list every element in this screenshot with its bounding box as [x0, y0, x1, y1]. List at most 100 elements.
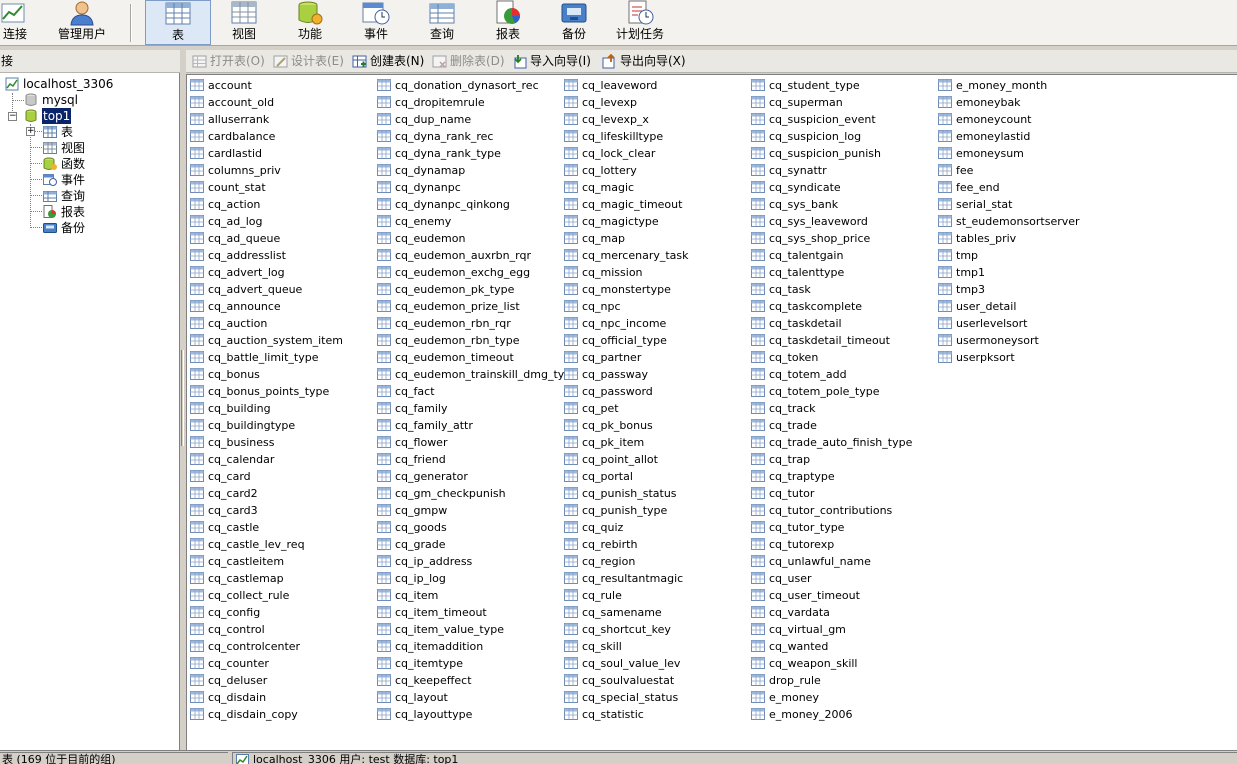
table-name: cq_controlcenter — [208, 640, 301, 653]
table-icon — [564, 351, 578, 363]
table-icon — [751, 79, 765, 91]
table-name: cq_sys_shop_price — [769, 232, 871, 245]
tree-expand-toggle[interactable]: + — [26, 127, 35, 136]
table-name: cq_tutor_type — [769, 521, 845, 534]
table-name: cq_unlawful_name — [769, 555, 871, 568]
table-name: tables_priv — [956, 232, 1017, 245]
table-name: cq_portal — [582, 470, 633, 483]
toolbar-views-button[interactable]: 视图 — [212, 0, 276, 45]
toolbar-label: 备份 — [561, 27, 586, 41]
tree-connector — [30, 195, 42, 196]
create-table-label: 创建表(N) — [370, 54, 425, 68]
table-icon — [377, 606, 391, 618]
table-icon — [751, 198, 765, 210]
table-icon — [190, 555, 204, 567]
table-icon — [938, 79, 952, 91]
toolbar-backup-button[interactable]: 备份 — [542, 0, 606, 45]
table-icon — [564, 130, 578, 142]
table-name: cq_ip_address — [395, 555, 473, 568]
toolbar-events-button[interactable]: 事件 — [344, 0, 408, 45]
table-icon — [190, 300, 204, 312]
table-name: cq_trade_auto_finish_type — [769, 436, 913, 449]
table-name: emoneycount — [956, 113, 1032, 126]
tree-node-label: 事件 — [61, 173, 86, 187]
table-name: cq_enemy — [395, 215, 452, 228]
table-name: cq_weapon_skill — [769, 657, 858, 670]
table-name: cq_flower — [395, 436, 448, 449]
table-icon — [190, 385, 204, 397]
table-name: cq_trap — [769, 453, 811, 466]
table-icon — [377, 300, 391, 312]
table-name: cq_totem_pole_type — [769, 385, 880, 398]
database-icon — [25, 93, 37, 106]
tree-node-label: 表 — [61, 125, 74, 139]
table-name: cq_npc_income — [582, 317, 667, 330]
table-icon — [751, 96, 765, 108]
tree-connector — [30, 147, 42, 148]
table-icon — [377, 130, 391, 142]
table-icon — [751, 232, 765, 244]
table-name: e_money_month — [956, 79, 1048, 92]
table-name: cq_leaveword — [582, 79, 658, 92]
table-icon — [564, 334, 578, 346]
table-list: account account_old alluserrank cardbalance… — [186, 74, 1237, 750]
table-icon — [751, 368, 765, 380]
table-icon — [564, 317, 578, 329]
table-icon — [190, 640, 204, 652]
toolbar-schedule-button[interactable]: 计划任务 — [608, 0, 672, 45]
table-icon — [190, 402, 204, 414]
table-name: count_stat — [208, 181, 266, 194]
table-name: cq_taskdetail — [769, 317, 842, 330]
table-icon — [751, 385, 765, 397]
table-icon — [190, 606, 204, 618]
table-icon — [751, 640, 765, 652]
table-name: user_detail — [956, 300, 1017, 313]
splitter-grip[interactable] — [181, 350, 184, 446]
table-icon — [190, 334, 204, 346]
table-name: cq_shortcut_key — [582, 623, 671, 636]
table-name: cq_fact — [395, 385, 435, 398]
table-icon — [564, 606, 578, 618]
table-name: cq_mercenary_task — [582, 249, 689, 262]
table-icon — [377, 249, 391, 261]
table-icon — [751, 691, 765, 703]
table-name: cq_suspicion_punish — [769, 147, 881, 160]
table-name: cq_vardata — [769, 606, 830, 619]
table-name: cq_statistic — [582, 708, 644, 721]
toolbar-tables-button[interactable]: 表 — [145, 0, 211, 45]
design-table-label: 设计表(E) — [291, 54, 344, 68]
toolbar-manage-users-button[interactable]: 管理用户 — [50, 0, 114, 45]
table-name: cq_dropitemrule — [395, 96, 485, 109]
table-icon — [751, 504, 765, 516]
table-icon — [190, 691, 204, 703]
table-icon — [751, 436, 765, 448]
table-name: columns_priv — [208, 164, 281, 177]
export-wizard-label: 导出向导(X) — [620, 54, 686, 68]
table-name: cq_keepeffect — [395, 674, 472, 687]
toolbar-connection-button[interactable]: 连接 — [0, 0, 34, 45]
create-table-icon — [352, 55, 367, 68]
table-icon — [377, 708, 391, 720]
table-name: cq_tutorexp — [769, 538, 835, 551]
toolbar-reports-button[interactable]: 报表 — [476, 0, 540, 45]
toolbar-queries-button[interactable]: 查询 — [410, 0, 474, 45]
table-icon — [564, 266, 578, 278]
object-toolbar: 打开表(O) 设计表(E) 创建表(N) 删除表(D) 导入向导(I) 导出向导… — [186, 50, 1237, 73]
toolbar-functions-button[interactable]: 功能 — [278, 0, 342, 45]
table-name: cq_advert_queue — [208, 283, 303, 296]
table-icon — [751, 249, 765, 261]
table-icon — [377, 368, 391, 380]
tree-collapse-toggle[interactable]: − — [8, 112, 17, 121]
table-icon — [938, 215, 952, 227]
table-icon — [564, 708, 578, 720]
table-icon — [190, 232, 204, 244]
table-name: cq_gm_checkpunish — [395, 487, 506, 500]
table-name: cq_dynanpc — [395, 181, 461, 194]
table-name: cq_layout — [395, 691, 448, 704]
table-icon — [564, 215, 578, 227]
database-icon — [25, 109, 37, 122]
table-icon — [938, 198, 952, 210]
table-icon — [377, 232, 391, 244]
table-icon — [190, 249, 204, 261]
table-icon — [190, 113, 204, 125]
